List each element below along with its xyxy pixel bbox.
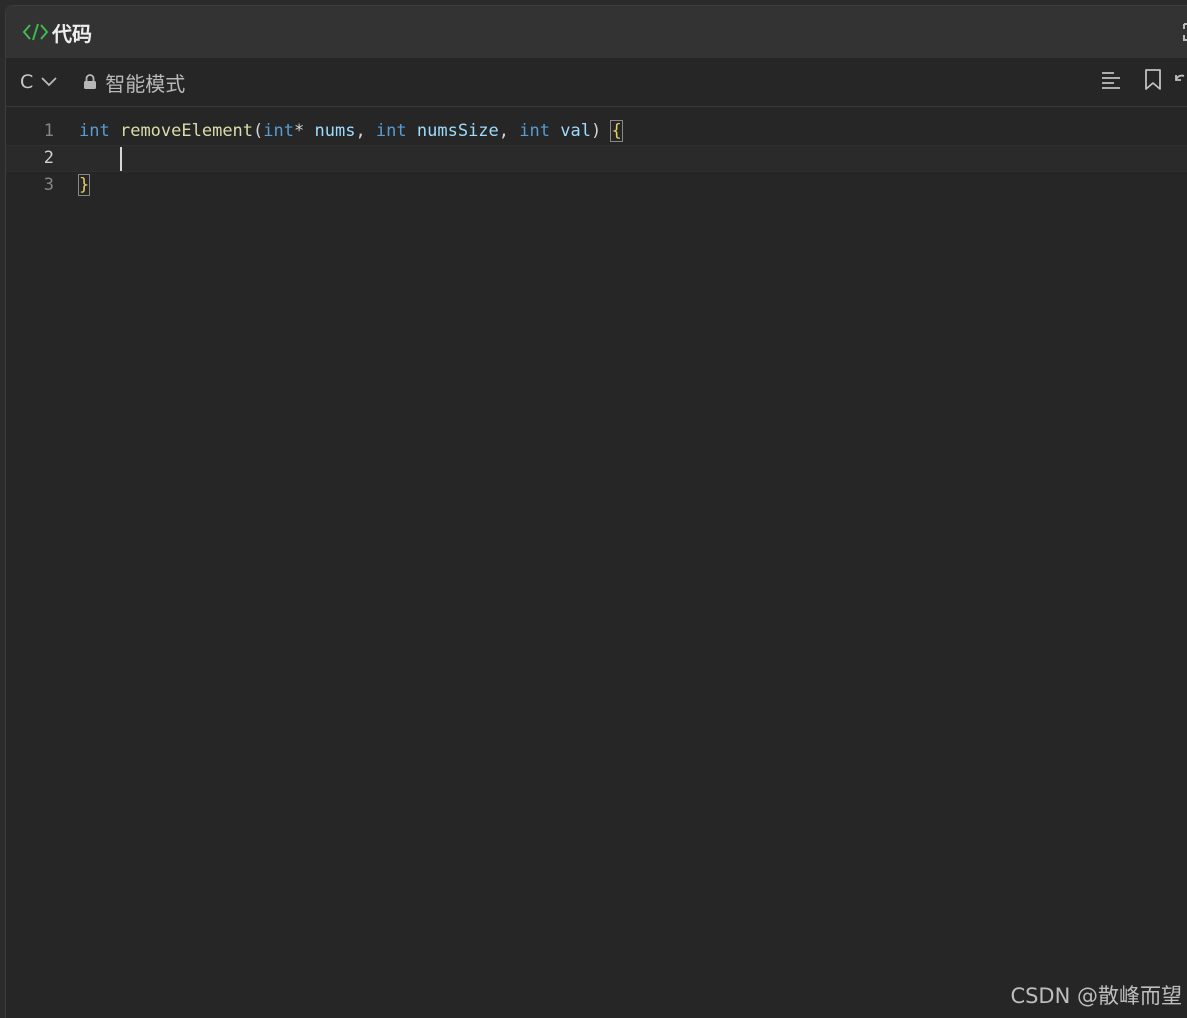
panel-titlebar: 代码 <box>6 6 1187 58</box>
keyword-token: int <box>79 121 110 141</box>
punct-token: ) <box>590 121 612 141</box>
chevron-down-icon <box>41 77 57 87</box>
keyword-token: int <box>519 121 550 141</box>
line-number: 3 <box>43 175 54 195</box>
matching-brace: { <box>610 120 623 142</box>
code-line[interactable]: 1 int removeElement(int* nums, int numsS… <box>6 118 1187 145</box>
language-select[interactable]: C <box>20 71 57 93</box>
mode-label: 智能模式 <box>105 71 186 96</box>
code-line[interactable]: 3 } <box>6 172 1187 199</box>
punct-token: , <box>355 121 376 141</box>
line-content[interactable]: } <box>77 172 91 199</box>
toolbar-actions <box>1090 58 1187 106</box>
code-editor[interactable]: 1 int removeElement(int* nums, int numsS… <box>6 118 1187 1018</box>
watermark: CSDN @散峰而望 <box>1010 984 1182 1008</box>
panel-title: 代码 <box>52 21 92 46</box>
matching-brace: } <box>77 174 91 196</box>
function-name-token: removeElement <box>119 121 254 141</box>
code-line-active[interactable]: 2 <box>6 145 1187 172</box>
editor-toolbar: C 智能模式 <box>6 58 1187 107</box>
maximize-icon[interactable] <box>1182 22 1187 42</box>
language-label: C <box>20 71 34 93</box>
code-panel: 代码 C 智能模式 1 int removeElement(int* nums,… <box>5 5 1187 1018</box>
text-cursor <box>120 147 122 171</box>
align-left-icon <box>1101 71 1121 94</box>
keyword-token: int <box>375 121 407 141</box>
param-token: numsSize <box>416 121 499 141</box>
undo-icon <box>1174 70 1186 95</box>
bookmark-button[interactable] <box>1132 58 1174 106</box>
punct-token: , <box>498 121 520 141</box>
param-token: val <box>560 121 591 141</box>
line-content[interactable]: int removeElement(int* nums, int numsSiz… <box>79 118 623 145</box>
code-icon <box>22 20 50 44</box>
punct-token: ( <box>253 121 264 141</box>
punct-token: * <box>294 121 315 141</box>
line-number: 2 <box>43 148 54 168</box>
line-number: 1 <box>43 121 54 141</box>
bookmark-icon <box>1144 68 1162 96</box>
lock-icon <box>83 74 97 90</box>
format-code-button[interactable] <box>1090 58 1132 106</box>
param-token: nums <box>314 121 356 141</box>
smart-mode-toggle[interactable]: 智能模式 <box>83 68 185 97</box>
reset-code-button[interactable] <box>1174 58 1187 106</box>
keyword-token: int <box>263 121 294 141</box>
